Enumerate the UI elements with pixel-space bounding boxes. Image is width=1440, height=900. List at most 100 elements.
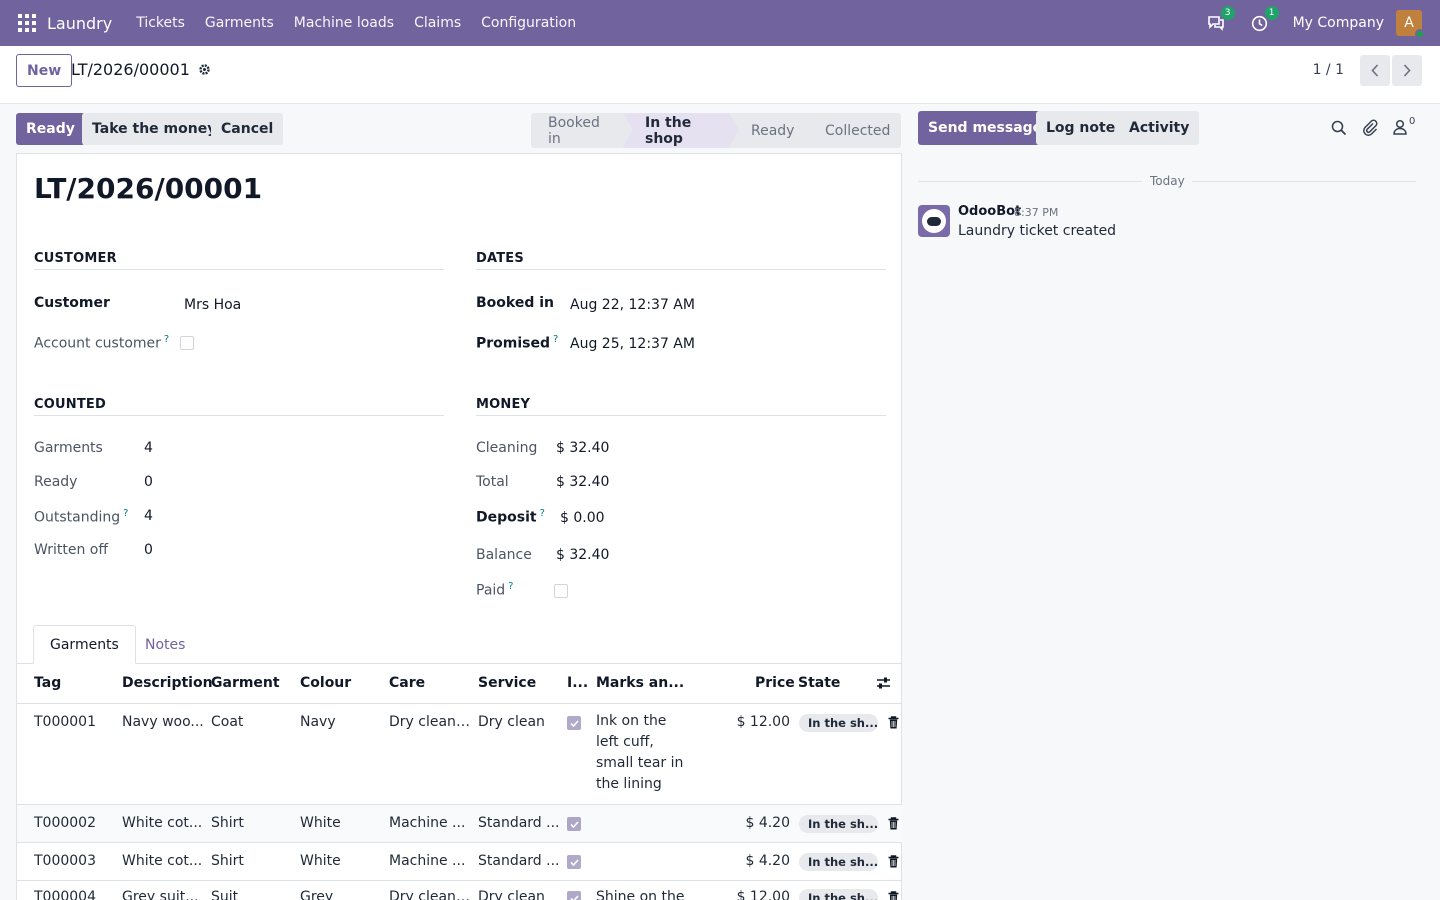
cell-care: Machine ...: [389, 815, 466, 831]
messages-icon[interactable]: 3: [1205, 6, 1235, 34]
column-colour[interactable]: Colour: [300, 675, 351, 691]
dates-group-title: Dates: [476, 251, 524, 266]
activity-clock-icon[interactable]: 1: [1249, 6, 1279, 34]
inspected-checkbox[interactable]: [567, 716, 581, 730]
new-button[interactable]: New: [16, 54, 73, 87]
table-row[interactable]: T000002 White cot... Shirt White Machine…: [17, 805, 902, 843]
navbar-systray: 3 1 My Company A: [1205, 0, 1440, 46]
deposit-field[interactable]: $ 0.00: [560, 510, 605, 526]
trash-icon[interactable]: [888, 891, 900, 900]
cell-service: Standard ...: [478, 815, 560, 831]
state-badge: In the sh...: [799, 853, 878, 871]
main-menu: Tickets Garments Machine loads Claims Co…: [126, 15, 586, 31]
column-garment[interactable]: Garment: [211, 675, 280, 691]
help-icon[interactable]: ?: [540, 508, 545, 519]
trash-icon[interactable]: [888, 817, 900, 831]
cell-price: $ 4.20: [745, 815, 790, 831]
message-body: Laundry ticket created: [958, 223, 1117, 239]
counted-group-title: Counted: [34, 397, 106, 412]
inspected-checkbox[interactable]: [567, 855, 581, 869]
ready-button[interactable]: Ready: [16, 113, 85, 145]
outstanding-label: Outstanding?: [34, 508, 129, 526]
cell-description: Navy woo...: [122, 714, 204, 730]
menu-configuration[interactable]: Configuration: [471, 15, 586, 31]
cell-description: Grey suit...: [122, 889, 199, 900]
column-service[interactable]: Service: [478, 675, 536, 691]
garments-count-label: Garments: [34, 440, 103, 456]
table-row[interactable]: T000004 Grey suit... Suit Grey Dry clean…: [17, 881, 902, 900]
apps-grid-icon[interactable]: [18, 14, 36, 32]
column-care[interactable]: Care: [389, 675, 425, 691]
ready-count-label: Ready: [34, 474, 78, 490]
state-badge: In the sh...: [799, 889, 878, 900]
account-customer-label: Account customer?: [34, 334, 170, 352]
search-messages-icon[interactable]: [1331, 120, 1347, 140]
menu-claims[interactable]: Claims: [404, 15, 471, 31]
pager-previous-button[interactable]: [1360, 55, 1390, 86]
paperclip-icon[interactable]: [1362, 119, 1378, 140]
cell-tag: T000001: [34, 714, 96, 730]
column-tag[interactable]: Tag: [34, 675, 61, 691]
tab-garments[interactable]: Garments: [33, 625, 136, 664]
trash-icon[interactable]: [888, 716, 900, 730]
help-icon[interactable]: ?: [123, 508, 128, 519]
gear-icon[interactable]: [198, 63, 211, 76]
cancel-button[interactable]: Cancel: [211, 113, 284, 145]
customer-field[interactable]: Mrs Hoa: [184, 297, 241, 313]
log-note-button[interactable]: Log note: [1036, 111, 1126, 145]
inspected-checkbox[interactable]: [567, 891, 581, 900]
booked-in-field[interactable]: Aug 22, 12:37 AM: [570, 297, 695, 313]
help-icon[interactable]: ?: [553, 334, 558, 345]
help-icon[interactable]: ?: [164, 334, 169, 345]
menu-machine-loads[interactable]: Machine loads: [284, 15, 404, 31]
app-brand[interactable]: Laundry: [47, 14, 112, 33]
promised-field[interactable]: Aug 25, 12:37 AM: [570, 336, 695, 352]
pager-next-button[interactable]: [1392, 55, 1422, 86]
table-row[interactable]: T000003 White cot... Shirt White Machine…: [17, 843, 902, 881]
followers-button[interactable]: 0: [1393, 116, 1415, 135]
cleaning-label: Cleaning: [476, 440, 538, 456]
trash-icon[interactable]: [888, 855, 900, 869]
cell-price: $ 4.20: [745, 853, 790, 869]
person-icon: [1393, 119, 1407, 135]
column-state[interactable]: State: [798, 675, 840, 691]
tab-notes[interactable]: Notes: [129, 625, 201, 664]
column-description[interactable]: Description: [122, 675, 213, 691]
cell-marks: Ink on the left cuff, small tear in the …: [596, 713, 684, 792]
customer-group-title: Customer: [34, 251, 117, 266]
user-avatar[interactable]: A: [1396, 10, 1425, 39]
total-label: Total: [476, 474, 509, 490]
column-settings-icon[interactable]: [876, 676, 891, 694]
activity-button[interactable]: Activity: [1119, 111, 1200, 145]
odoobot-avatar[interactable]: [918, 205, 950, 237]
account-customer-checkbox[interactable]: [180, 336, 194, 350]
cell-service: Dry clean: [478, 714, 545, 730]
table-row[interactable]: T000001 Navy woo... Coat Navy Dry clean …: [17, 704, 902, 805]
stage-collected[interactable]: Collected: [803, 113, 901, 148]
column-marks[interactable]: Marks an...: [596, 675, 684, 691]
top-navbar: Laundry Tickets Garments Machine loads C…: [0, 0, 1440, 46]
date-divider: [1192, 181, 1416, 182]
send-message-button[interactable]: Send message: [918, 111, 1053, 145]
column-inspected[interactable]: I...: [567, 675, 588, 691]
messages-count-badge: 3: [1220, 6, 1235, 20]
stage-in-the-shop[interactable]: In the shop: [623, 113, 739, 148]
paid-checkbox[interactable]: [554, 584, 568, 598]
company-switcher[interactable]: My Company: [1293, 15, 1384, 31]
inspected-checkbox[interactable]: [567, 817, 581, 831]
pager-value[interactable]: 1 / 1: [1313, 62, 1344, 78]
help-icon[interactable]: ?: [508, 581, 513, 592]
stage-ready[interactable]: Ready: [729, 113, 813, 148]
column-price[interactable]: Price: [755, 675, 795, 691]
ready-count-value: 0: [144, 474, 153, 490]
cell-care: Dry clean ...: [389, 714, 471, 730]
stage-booked-in[interactable]: Booked in: [531, 113, 633, 148]
cell-service: Standard ...: [478, 853, 560, 869]
date-separator: Today: [1150, 174, 1185, 188]
message-author[interactable]: OdooBot: [958, 204, 1021, 219]
menu-garments[interactable]: Garments: [195, 15, 284, 31]
avatar-letter: A: [1404, 15, 1414, 31]
cell-colour: Grey: [300, 889, 334, 900]
take-money-button[interactable]: Take the money: [82, 113, 227, 145]
menu-tickets[interactable]: Tickets: [126, 15, 195, 31]
